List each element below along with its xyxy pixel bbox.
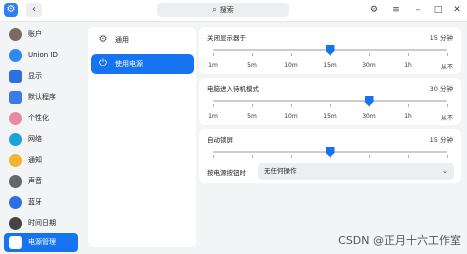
slider-tick-label: 1m <box>208 62 218 69</box>
slider-tick <box>368 53 370 56</box>
sidebar-item-label: 显示 <box>28 72 42 80</box>
monitor-off-value: 15 分钟 <box>429 34 453 42</box>
sidebar-item-label: 网络 <box>28 135 42 143</box>
sidebar-item-label: 默认程序 <box>28 93 56 101</box>
battery-icon <box>9 236 22 249</box>
sidebar-item-label: 蓝牙 <box>28 198 42 206</box>
slider-tick <box>408 104 409 107</box>
bell-icon <box>9 154 22 167</box>
slider-tick <box>290 104 292 107</box>
palette-icon <box>9 112 22 125</box>
clock-icon <box>9 217 22 230</box>
monitor-icon <box>9 70 22 83</box>
sleep-slider-track[interactable] <box>213 100 447 102</box>
power-button-selected: 无任何操作 <box>264 167 297 175</box>
power-button-label: 按电源按钮时 <box>207 169 246 177</box>
settings-gear-icon: ⚙ <box>4 3 18 17</box>
sidebar-item-label: 时间日期 <box>28 219 56 227</box>
sidebar-item-network[interactable]: 网络 <box>4 130 78 149</box>
settings-menu-icon[interactable]: ⚙ <box>367 3 381 17</box>
slider-tick <box>251 104 253 107</box>
search-icon: ⌕ <box>212 5 217 14</box>
gear-icon: ⚙ <box>98 34 108 45</box>
cloud-icon <box>9 49 22 62</box>
slider-tick-label: 从不 <box>440 115 454 122</box>
sidebar-item-label: Union ID <box>28 51 58 59</box>
sidebar-item-label: 电源管理 <box>28 238 56 246</box>
sleep-card: 电脑进入待机模式 30 分钟 1m 5m 10m 15m 30m 1h 从不 <box>199 78 461 125</box>
slider-tick-label: 1h <box>404 113 412 120</box>
slider-tick <box>330 104 331 107</box>
sidebar-item-sound[interactable]: 声音 <box>4 172 78 191</box>
power-button-select[interactable]: 无任何操作 ⌄ <box>258 163 454 180</box>
slider-tick-label: 1h <box>404 62 412 69</box>
slider-tick <box>408 53 409 56</box>
monitor-off-card: 关闭显示器于 15 分钟 1m 5m 10m 15m 30m 1h 从不 <box>199 27 461 74</box>
lock-title: 自动锁屏 <box>207 136 233 144</box>
sidebar-item-personalization[interactable]: 个性化 <box>4 109 78 128</box>
sidebar-item-display[interactable]: 显示 <box>4 67 78 86</box>
search-placeholder: 搜索 <box>219 6 234 14</box>
speaker-icon <box>9 175 22 188</box>
slider-tick <box>447 104 448 107</box>
bluetooth-icon <box>9 196 22 209</box>
subnav-item-general[interactable]: ⚙ 通用 <box>91 30 194 50</box>
slider-tick-label: 从不 <box>440 64 454 71</box>
slider-tick-label: 10m <box>284 62 298 69</box>
title-bar: ⚙ ‹ ⌕ 搜索 ⚙ ≡ – □ ✕ <box>0 0 467 22</box>
slider-tick <box>447 53 448 56</box>
power-plug-icon: ⏻ <box>99 58 107 69</box>
slider-tick-label: 1m <box>208 113 218 120</box>
lock-value: 15 分钟 <box>429 136 453 144</box>
sidebar-item-datetime[interactable]: 时间日期 <box>4 214 78 233</box>
watermark: CSDN @正月十六工作室 <box>338 234 461 247</box>
slider-tick <box>368 155 370 158</box>
slider-tick-label: 30m <box>362 62 376 69</box>
sleep-title: 电脑进入待机模式 <box>207 85 259 93</box>
slider-tick-label: 10m <box>284 113 298 120</box>
avatar-icon <box>9 28 22 41</box>
power-button-row: 按电源按钮时 无任何操作 ⌄ <box>199 160 461 183</box>
sleep-value: 30 分钟 <box>429 85 453 93</box>
maximize-button[interactable]: □ <box>431 3 445 17</box>
globe-icon <box>9 133 22 146</box>
sidebar-item-bluetooth[interactable]: 蓝牙 <box>4 193 78 212</box>
slider-tick <box>290 155 292 158</box>
subnav-panel: ⚙ 通用 ⏻ 使用电源 <box>88 27 196 247</box>
back-button[interactable]: ‹ <box>26 3 42 17</box>
chevron-down-icon: ⌄ <box>442 167 448 175</box>
slider-tick <box>213 155 214 158</box>
sidebar-item-union-id[interactable]: Union ID <box>4 46 78 65</box>
slider-tick <box>251 155 253 158</box>
monitor-off-title: 关闭显示器于 <box>207 34 246 42</box>
close-button[interactable]: ✕ <box>450 3 464 17</box>
slider-tick-label: 5m <box>247 62 257 69</box>
slider-tick-label: 30m <box>362 113 376 120</box>
slider-tick <box>213 104 214 107</box>
sidebar-item-account[interactable]: 账户 <box>4 25 78 44</box>
slider-tick <box>213 53 214 56</box>
search-input[interactable]: ⌕ 搜索 <box>157 3 289 17</box>
slider-tick <box>290 53 292 56</box>
sidebar-item-power[interactable]: 电源管理 <box>4 233 78 252</box>
slider-tick-label: 5m <box>247 113 257 120</box>
slider-tick-label: 15m <box>323 62 337 69</box>
sidebar-item-label: 个性化 <box>28 114 49 122</box>
default-apps-icon <box>9 91 22 104</box>
subnav-item-on-power[interactable]: ⏻ 使用电源 <box>91 54 194 74</box>
slider-tick <box>251 53 253 56</box>
slider-tick-label: 15m <box>323 113 337 120</box>
main-menu-icon[interactable]: ≡ <box>389 3 403 17</box>
subnav-item-label: 通用 <box>115 36 129 44</box>
sidebar-item-label: 账户 <box>28 30 42 38</box>
subnav-item-label: 使用电源 <box>115 60 143 68</box>
slider-tick <box>408 155 409 158</box>
sidebar-item-notification[interactable]: 通知 <box>4 151 78 170</box>
sidebar-item-default-apps[interactable]: 默认程序 <box>4 88 78 107</box>
sidebar-item-label: 声音 <box>28 177 42 185</box>
sidebar: 账户 Union ID 显示 默认程序 个性化 网络 通知 声音 蓝牙 时间日期… <box>0 22 84 254</box>
sidebar-item-label: 通知 <box>28 156 42 164</box>
slider-tick <box>447 155 448 158</box>
minimize-button[interactable]: – <box>411 3 425 17</box>
